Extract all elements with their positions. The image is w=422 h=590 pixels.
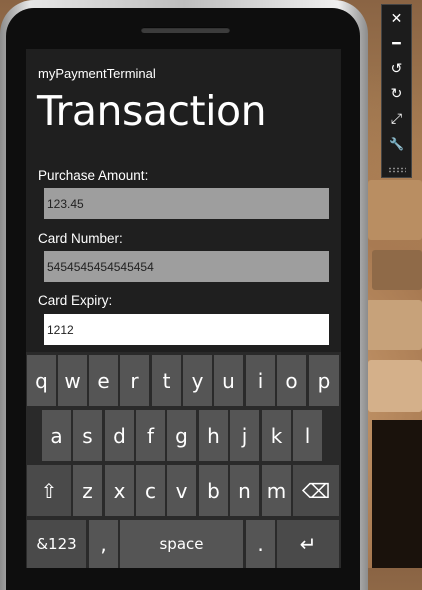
key-y[interactable]: y [183,355,212,406]
toolbar-grip[interactable] [388,167,406,173]
card-number-field [44,251,329,282]
comma-key[interactable]: , [89,520,118,568]
card-expiry-label: Card Expiry: [38,293,113,308]
key-p[interactable]: p [309,355,339,406]
key-e[interactable]: e [89,355,118,406]
key-o[interactable]: o [277,355,306,406]
app-name: myPaymentTerminal [38,66,156,81]
background-rock [372,250,422,290]
symbols-key[interactable]: &123 [27,520,86,568]
key-b[interactable]: b [199,465,228,516]
background-rock [366,300,422,350]
key-a[interactable]: a [42,410,71,461]
key-s[interactable]: s [73,410,102,461]
fit-to-screen-icon[interactable]: ⤢ [382,108,411,130]
background-doorway [372,420,422,568]
key-d[interactable]: d [105,410,134,461]
speaker-grille [141,27,230,33]
rotate-right-icon[interactable]: ↻ [382,83,411,105]
emulator-toolbar: ✕ ━ ↺ ↻ ⤢ 🔧 [381,4,412,178]
card-number-label: Card Number: [38,231,123,246]
key-j[interactable]: j [230,410,259,461]
backspace-key[interactable]: ⌫ [293,465,339,516]
close-icon[interactable]: ✕ [382,8,411,30]
background-rock [368,360,422,412]
key-q[interactable]: q [27,355,56,406]
key-h[interactable]: h [199,410,228,461]
shift-key[interactable]: ⇧ [27,465,71,516]
key-k[interactable]: k [262,410,291,461]
key-v[interactable]: v [167,465,196,516]
key-z[interactable]: z [73,465,102,516]
card-expiry-field[interactable] [44,314,329,345]
key-t[interactable]: t [152,355,181,406]
key-w[interactable]: w [58,355,87,406]
purchase-amount-field [44,188,329,219]
key-r[interactable]: r [120,355,149,406]
enter-key[interactable]: ↵ [277,520,339,568]
rotate-left-icon[interactable]: ↺ [382,58,411,80]
page-title: Transaction [37,87,267,135]
on-screen-keyboard: q w e r t y u i o p a s d f g h j k l ⇧ … [26,352,341,568]
settings-wrench-icon[interactable]: 🔧 [382,133,411,155]
key-u[interactable]: u [214,355,243,406]
key-m[interactable]: m [262,465,291,516]
phone-frame: myPaymentTerminal Transaction Purchase A… [0,0,368,590]
key-f[interactable]: f [136,410,165,461]
space-key[interactable]: space [120,520,243,568]
phone-screen: myPaymentTerminal Transaction Purchase A… [26,49,341,568]
key-x[interactable]: x [105,465,134,516]
background-rock [368,180,422,240]
key-g[interactable]: g [167,410,196,461]
purchase-amount-label: Purchase Amount: [38,168,149,183]
minimize-icon[interactable]: ━ [382,33,411,55]
key-i[interactable]: i [246,355,275,406]
key-n[interactable]: n [230,465,259,516]
period-key[interactable]: . [246,520,275,568]
key-l[interactable]: l [293,410,322,461]
key-c[interactable]: c [136,465,165,516]
